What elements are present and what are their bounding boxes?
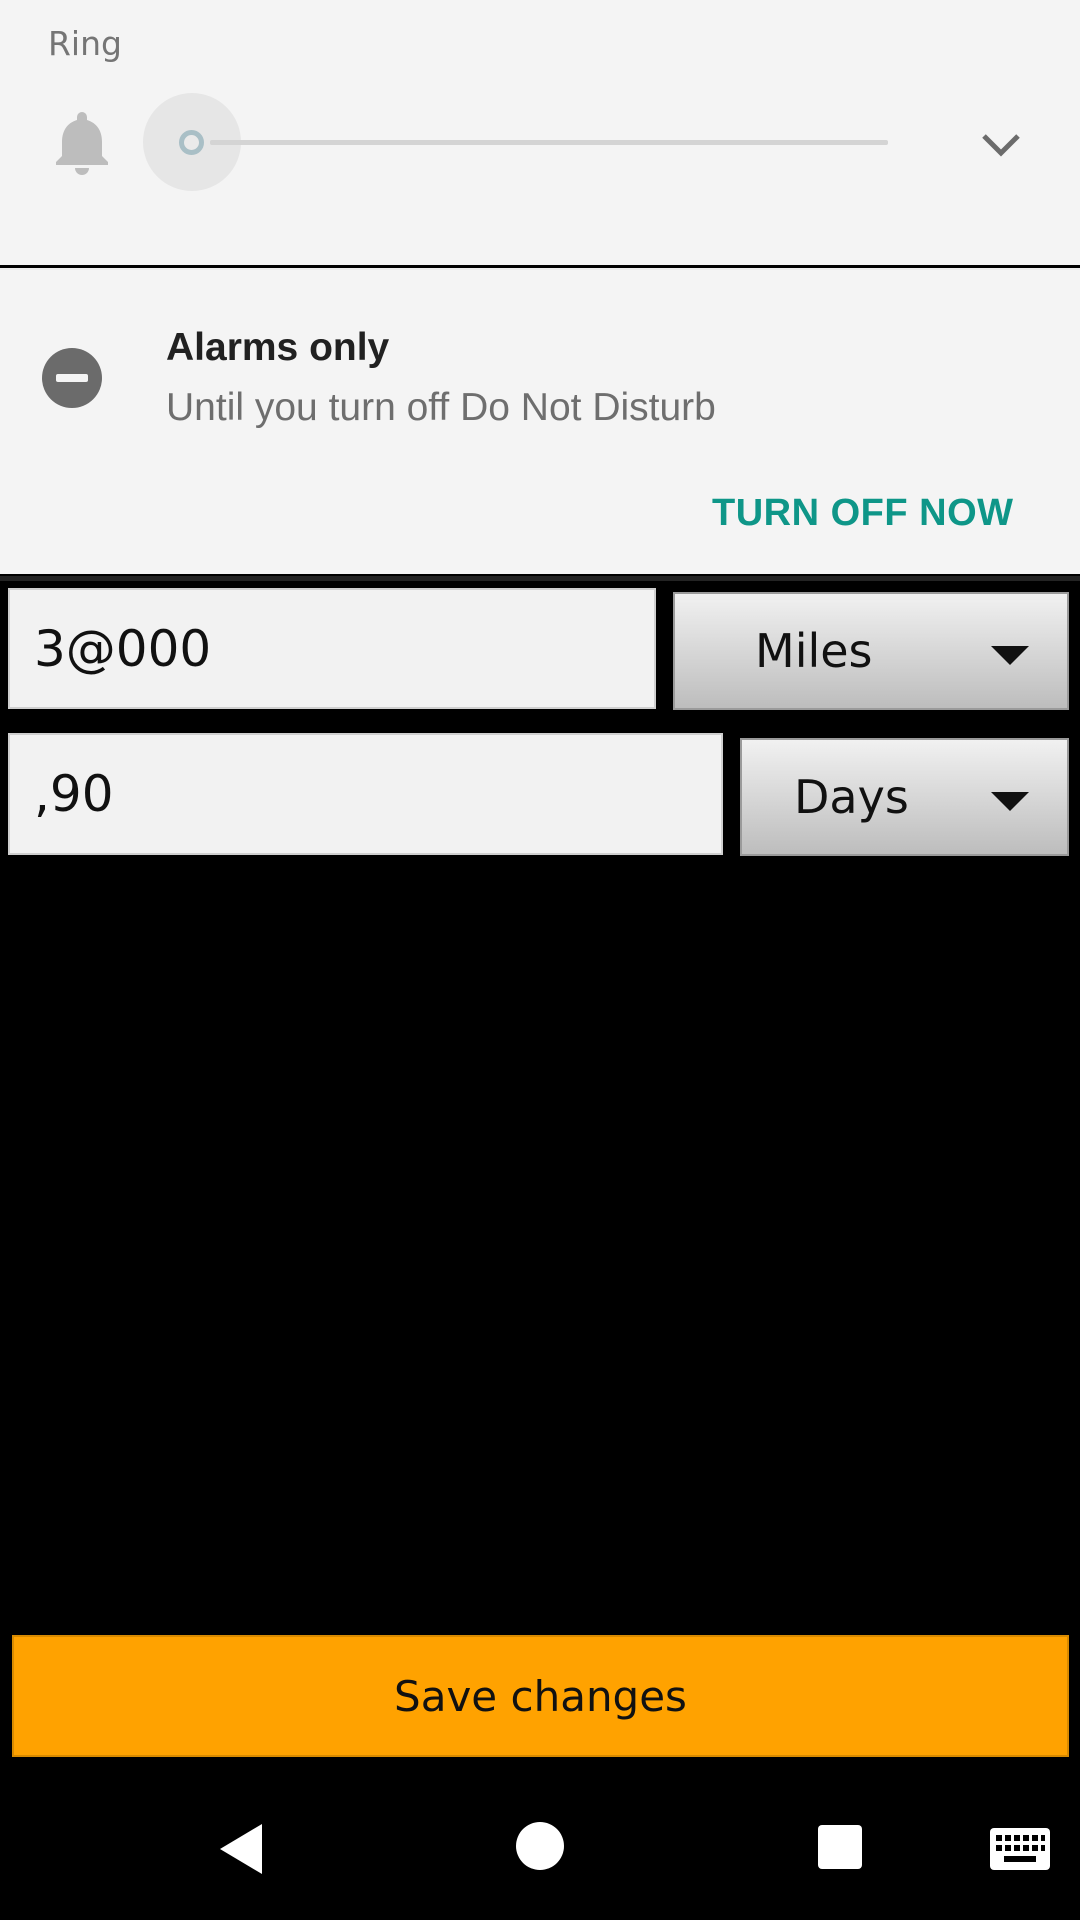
dnd-title: Alarms only: [166, 326, 390, 369]
volume-slider-thumb[interactable]: [179, 130, 204, 155]
time-input[interactable]: ,90: [8, 733, 723, 855]
do-not-disturb-panel: Alarms only Until you turn off Do Not Di…: [0, 268, 1080, 574]
dropdown-arrow-icon: [991, 646, 1029, 665]
time-unit-value: Days: [794, 770, 909, 824]
distance-input-value: 3@000: [34, 619, 212, 678]
volume-stream-label: Ring: [48, 24, 122, 63]
save-changes-label: Save changes: [394, 1671, 687, 1721]
turn-off-now-button[interactable]: TURN OFF NOW: [712, 492, 1014, 535]
time-unit-select[interactable]: Days: [740, 738, 1069, 856]
dnd-subtitle: Until you turn off Do Not Disturb: [166, 386, 716, 429]
chevron-down-icon[interactable]: [978, 126, 1024, 162]
do-not-disturb-icon: [42, 348, 102, 408]
volume-slider[interactable]: [210, 140, 888, 145]
home-icon[interactable]: [516, 1822, 564, 1870]
distance-unit-select[interactable]: Miles: [673, 592, 1069, 710]
dropdown-arrow-icon: [991, 792, 1029, 811]
back-icon[interactable]: [216, 1822, 266, 1876]
save-changes-button[interactable]: Save changes: [12, 1635, 1069, 1757]
distance-input[interactable]: 3@000: [8, 588, 656, 709]
recents-icon[interactable]: [818, 1825, 862, 1869]
keyboard-icon[interactable]: [990, 1828, 1050, 1870]
volume-panel: Ring: [0, 0, 1080, 265]
divider: [0, 576, 1080, 581]
distance-unit-value: Miles: [755, 624, 873, 678]
time-input-value: ,90: [34, 765, 114, 823]
screen: Ring Alarms only Until you turn off Do N…: [0, 0, 1080, 1920]
bell-icon[interactable]: [52, 108, 112, 176]
